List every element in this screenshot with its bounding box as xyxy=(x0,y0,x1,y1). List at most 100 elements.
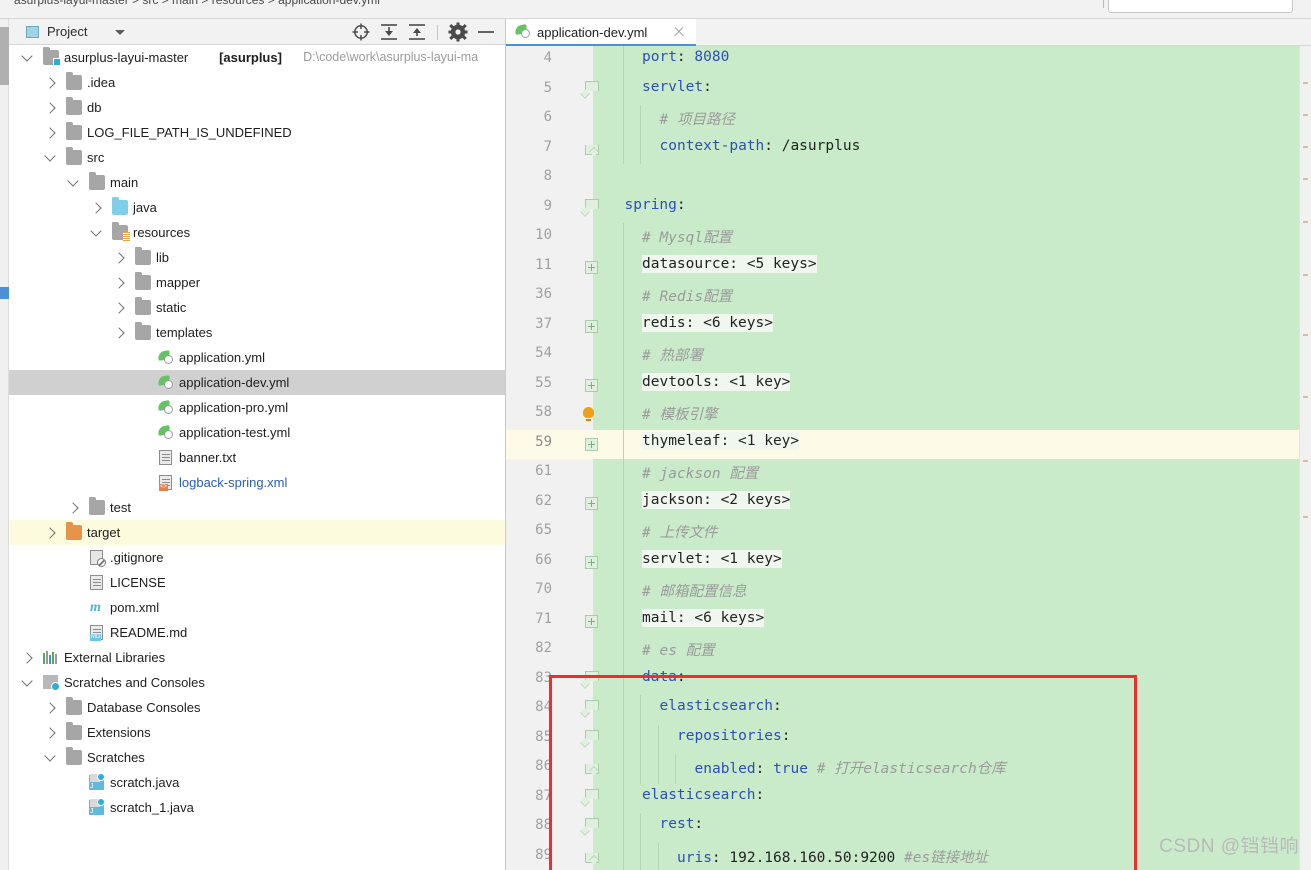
fold-arrowup-icon[interactable] xyxy=(585,757,599,774)
code-line-5[interactable]: 5 servlet: xyxy=(506,75,1311,105)
chevron-right-icon[interactable] xyxy=(113,302,125,314)
chevron-down-icon[interactable] xyxy=(67,175,79,187)
code-view[interactable]: 4 port: 8080 5 servlet: 6 # 项目路径 7 context-path… xyxy=(506,46,1311,870)
collapsed-fold-region[interactable]: redis: <6 keys> xyxy=(642,313,773,332)
breadcrumb[interactable]: asurplus-layui-master > src > main > res… xyxy=(14,0,380,7)
collapsed-fold-region[interactable]: devtools: <1 key> xyxy=(642,372,791,391)
chevron-down-icon[interactable] xyxy=(21,675,33,687)
code-line-65[interactable]: 65 # 上传文件 xyxy=(506,518,1311,548)
minimize-icon[interactable] xyxy=(473,20,499,44)
code-line-6[interactable]: 6 # 项目路径 xyxy=(506,105,1311,135)
code-line-83[interactable]: 83 data: xyxy=(506,665,1311,695)
tree-row-templates[interactable]: templates xyxy=(9,320,505,345)
fold-plus-icon[interactable] xyxy=(585,260,598,274)
chevron-right-icon[interactable] xyxy=(44,702,56,714)
code-line-58[interactable]: 58 # 模板引擎 xyxy=(506,400,1311,430)
code-line-8[interactable]: 8 xyxy=(506,164,1311,194)
code-line-70[interactable]: 70 # 邮箱配置信息 xyxy=(506,577,1311,607)
fold-arrowup-icon[interactable] xyxy=(585,846,599,863)
tree-row-mapper[interactable]: mapper xyxy=(9,270,505,295)
code-line-84[interactable]: 84 elasticsearch: xyxy=(506,695,1311,725)
close-icon[interactable] xyxy=(673,26,685,38)
fold-arrowdn-icon[interactable] xyxy=(585,788,599,805)
tree-row-readme-md[interactable]: MD README.md xyxy=(9,620,505,645)
tree-row-java[interactable]: java xyxy=(9,195,505,220)
tree-row-db[interactable]: db xyxy=(9,95,505,120)
chevron-right-icon[interactable] xyxy=(44,127,56,139)
tab-application-dev-yml[interactable]: application-dev.yml xyxy=(506,19,696,46)
tree-row-pom-xml[interactable]: m pom.xml xyxy=(9,595,505,620)
chevron-down-icon[interactable] xyxy=(44,750,56,762)
expand-all-icon[interactable] xyxy=(376,20,402,44)
tree-row-database-consoles[interactable]: Database Consoles xyxy=(9,695,505,720)
code-lines[interactable]: 4 port: 8080 5 servlet: 6 # 项目路径 7 context-path… xyxy=(506,46,1311,870)
tree-row-main[interactable]: main xyxy=(9,170,505,195)
chevron-right-icon[interactable] xyxy=(44,527,56,539)
strip-marker-structure[interactable] xyxy=(0,287,9,299)
code-line-66[interactable]: 66 servlet: <1 key> xyxy=(506,547,1311,577)
code-line-59[interactable]: 59 thymeleaf: <1 key> xyxy=(506,429,1311,459)
fold-plus-icon[interactable] xyxy=(585,378,598,392)
collapsed-fold-region[interactable]: datasource: <5 keys> xyxy=(642,254,817,273)
code-line-55[interactable]: 55 devtools: <1 key> xyxy=(506,370,1311,400)
code-line-4[interactable]: 4 port: 8080 xyxy=(506,46,1311,76)
editor-scrollbar[interactable] xyxy=(1299,46,1311,870)
fold-plus-icon[interactable] xyxy=(585,496,598,510)
tree-row-log-file-path-is-undefined[interactable]: LOG_FILE_PATH_IS_UNDEFINED xyxy=(9,120,505,145)
code-line-71[interactable]: 71 mail: <6 keys> xyxy=(506,606,1311,636)
code-line-85[interactable]: 85 repositories: xyxy=(506,724,1311,754)
fold-arrowdn-icon[interactable] xyxy=(585,700,599,716)
fold-arrowdn-icon[interactable] xyxy=(585,198,599,215)
tree-row-asurplus-layui-master[interactable]: asurplus-layui-master [asurplus] D:\code\w… xyxy=(9,45,505,70)
tree-row-application-test-yml[interactable]: application-test.yml xyxy=(9,420,505,445)
tree-row-scratches-and-consoles[interactable]: Scratches and Consoles xyxy=(9,670,505,695)
tree-row-external-libraries[interactable]: External Libraries xyxy=(9,645,505,670)
chevron-down-icon[interactable] xyxy=(115,30,125,35)
chevron-right-icon[interactable] xyxy=(90,202,102,214)
tree-row-application-pro-yml[interactable]: application-pro.yml xyxy=(9,395,505,420)
fold-arrowdn-icon[interactable] xyxy=(585,729,599,746)
tree-row-target[interactable]: target xyxy=(9,520,505,545)
chevron-down-icon[interactable] xyxy=(90,225,102,237)
gear-icon[interactable] xyxy=(445,20,471,44)
chevron-down-icon[interactable] xyxy=(21,50,33,62)
collapsed-fold-region[interactable]: servlet: <1 key> xyxy=(642,549,782,568)
run-configuration-box[interactable] xyxy=(1108,0,1293,13)
tree-row-src[interactable]: src xyxy=(9,145,505,170)
tree-row-banner-txt[interactable]: banner.txt xyxy=(9,445,505,470)
fold-plus-icon[interactable] xyxy=(585,319,598,333)
chevron-right-icon[interactable] xyxy=(21,652,33,664)
intention-bulb-icon[interactable] xyxy=(583,407,594,421)
fold-arrowup-icon[interactable] xyxy=(585,138,599,155)
locate-icon[interactable] xyxy=(348,20,374,44)
tree-row-gitignore[interactable]: .gitignore xyxy=(9,545,505,570)
chevron-right-icon[interactable] xyxy=(44,102,56,114)
chevron-right-icon[interactable] xyxy=(67,502,79,514)
left-tool-strip[interactable] xyxy=(0,19,9,870)
collapsed-fold-region[interactable]: mail: <6 keys> xyxy=(642,608,765,627)
code-line-87[interactable]: 87 elasticsearch: xyxy=(506,783,1311,813)
chevron-right-icon[interactable] xyxy=(113,252,125,264)
chevron-right-icon[interactable] xyxy=(44,77,56,89)
collapsed-fold-region[interactable]: thymeleaf: <1 key> xyxy=(642,431,800,450)
tree-row-test[interactable]: test xyxy=(9,495,505,520)
fold-plus-icon[interactable] xyxy=(585,437,598,451)
chevron-right-icon[interactable] xyxy=(113,327,125,339)
code-line-86[interactable]: 86 enabled: true # 打开elasticsearch仓库 xyxy=(506,754,1311,784)
chevron-right-icon[interactable] xyxy=(113,277,125,289)
collapse-all-icon[interactable] xyxy=(404,20,430,44)
code-line-54[interactable]: 54 # 热部署 xyxy=(506,341,1311,371)
tree-row-application-dev-yml[interactable]: application-dev.yml xyxy=(9,370,505,395)
tree-row-extensions[interactable]: Extensions xyxy=(9,720,505,745)
code-line-82[interactable]: 82 # es 配置 xyxy=(506,636,1311,666)
tree-row-resources[interactable]: resources xyxy=(9,220,505,245)
project-tree[interactable]: asurplus-layui-master [asurplus] D:\code\w… xyxy=(9,45,505,869)
code-line-36[interactable]: 36 # Redis配置 xyxy=(506,282,1311,312)
chevron-right-icon[interactable] xyxy=(44,727,56,739)
tree-row-logback-spring-xml[interactable]: <> logback-spring.xml xyxy=(9,470,505,495)
tree-row-scratches[interactable]: Scratches xyxy=(9,745,505,770)
tree-row-scratch-java[interactable]: Jscratch.java xyxy=(9,770,505,795)
fold-arrowdn-icon[interactable] xyxy=(585,670,599,687)
fold-plus-icon[interactable] xyxy=(585,555,598,569)
code-line-62[interactable]: 62 jackson: <2 keys> xyxy=(506,488,1311,518)
